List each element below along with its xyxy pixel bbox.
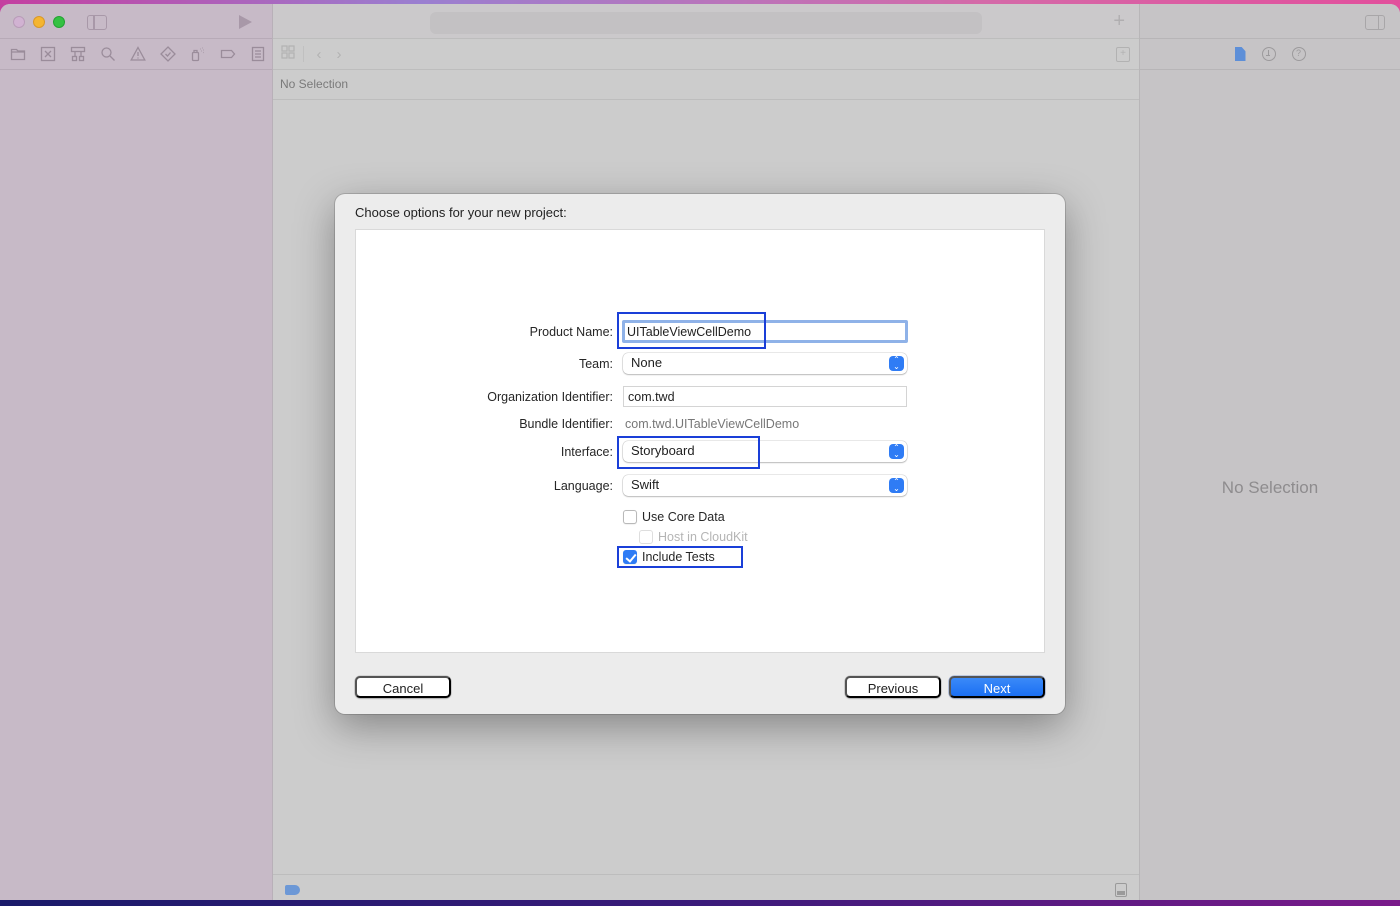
host-in-cloudkit-label: Host in CloudKit	[658, 530, 748, 544]
debug-bar	[273, 874, 1139, 902]
back-chevron-icon[interactable]: ‹	[312, 46, 326, 63]
toggle-inspector-icon[interactable]	[1365, 15, 1385, 30]
test-navigator-icon[interactable]	[158, 45, 177, 64]
issue-navigator-icon[interactable]	[128, 45, 147, 64]
include-tests-checkbox[interactable]	[623, 550, 637, 564]
zoom-window-button[interactable]	[53, 16, 65, 28]
language-popup[interactable]: Swift ⌃ ⌄	[623, 475, 907, 496]
language-value: Swift	[631, 477, 660, 492]
navigator-toolbar	[0, 38, 272, 70]
inspector-empty-state: No Selection	[1221, 478, 1319, 497]
file-inspector-icon[interactable]	[1234, 47, 1246, 61]
debug-navigator-icon[interactable]	[188, 45, 207, 64]
options-panel: Product Name: Team: None ⌃⌄ Organization…	[355, 229, 1045, 653]
close-window-button[interactable]	[13, 16, 25, 28]
cancel-button[interactable]: Cancel	[355, 676, 451, 698]
interface-label: Interface:	[560, 445, 613, 459]
team-value: None	[631, 355, 663, 370]
bundle-identifier-row: Bundle Identifier: com.twd.UITableViewCe…	[356, 413, 1044, 437]
find-navigator-icon[interactable]	[98, 45, 117, 64]
bundle-identifier-value: com.twd.UITableViewCellDemo	[625, 417, 800, 431]
toolbar-divider	[303, 46, 304, 62]
source-control-navigator-icon[interactable]	[38, 45, 57, 64]
inspector-titlebar	[1140, 4, 1400, 38]
symbol-navigator-icon[interactable]	[68, 45, 87, 64]
team-popup[interactable]: None ⌃ ⌄	[623, 353, 907, 374]
up-down-chevron-icon: ⌃ ⌄	[889, 478, 904, 493]
desktop-background-strip	[0, 900, 1400, 906]
forward-chevron-icon[interactable]: ›	[332, 46, 346, 63]
new-project-options-sheet: Choose options for your new project: Pro…	[335, 194, 1065, 714]
use-core-data-checkbox[interactable]	[623, 510, 637, 524]
team-row: Team: None ⌃ ⌄	[356, 353, 1044, 377]
inspector-panel: ? No Selection	[1139, 4, 1400, 902]
language-row: Language: Swift ⌃ ⌄	[356, 475, 1044, 499]
up-down-chevron-icon: ⌃ ⌄	[889, 444, 904, 459]
editor-toolbar: ‹ › +	[273, 38, 1139, 70]
team-label: Team:	[578, 357, 613, 371]
report-navigator-icon[interactable]	[248, 45, 267, 64]
minimize-window-button[interactable]	[33, 16, 45, 28]
include-tests-label: Include Tests	[642, 550, 715, 564]
split-editor-icon[interactable]: +	[1116, 47, 1130, 62]
use-core-data-label: Use Core Data	[642, 510, 725, 524]
history-inspector-icon[interactable]	[1261, 47, 1276, 61]
product-name-label: Product Name:	[529, 325, 613, 339]
up-down-chevron-icon: ⌃ ⌄	[889, 356, 904, 371]
navigator-titlebar	[0, 4, 272, 38]
next-button[interactable]: Next	[949, 676, 1045, 698]
related-items-icon[interactable]	[281, 44, 295, 64]
organization-identifier-input[interactable]	[623, 386, 907, 407]
product-name-input[interactable]	[622, 320, 908, 343]
interface-value: Storyboard	[631, 443, 695, 458]
run-icon[interactable]	[239, 15, 252, 29]
interface-popup[interactable]: Storyboard ⌃ ⌄	[623, 441, 907, 462]
host-in-cloudkit-checkbox	[639, 530, 653, 544]
navigator-panel	[0, 4, 273, 902]
jump-bar: No Selection	[273, 70, 1139, 100]
project-navigator-icon[interactable]	[8, 45, 27, 64]
bundle-identifier-label: Bundle Identifier:	[519, 417, 613, 431]
previous-button[interactable]: Previous	[845, 676, 941, 698]
interface-row: Interface: Storyboard ⌃ ⌄	[356, 441, 1044, 465]
breakpoint-navigator-icon[interactable]	[218, 45, 237, 64]
organization-identifier-row: Organization Identifier:	[356, 386, 1044, 410]
activity-viewer	[430, 12, 982, 34]
product-name-row: Product Name:	[356, 320, 1044, 345]
xcode-window: + ‹ › + No Selection ? No Selection Choo…	[0, 4, 1400, 902]
language-label: Language:	[553, 479, 613, 493]
organization-identifier-label: Organization Identifier:	[487, 390, 613, 404]
toggle-navigator-icon[interactable]	[87, 15, 107, 30]
toggle-debug-area-icon[interactable]	[1115, 883, 1127, 897]
sheet-title: Choose options for your new project:	[355, 205, 567, 220]
add-library-icon[interactable]: +	[1113, 10, 1125, 33]
inspector-toolbar: ?	[1140, 38, 1400, 70]
editor-titlebar: +	[273, 4, 1139, 38]
quick-help-icon[interactable]: ?	[1291, 47, 1306, 61]
breakpoints-toggle-icon[interactable]	[285, 885, 300, 895]
